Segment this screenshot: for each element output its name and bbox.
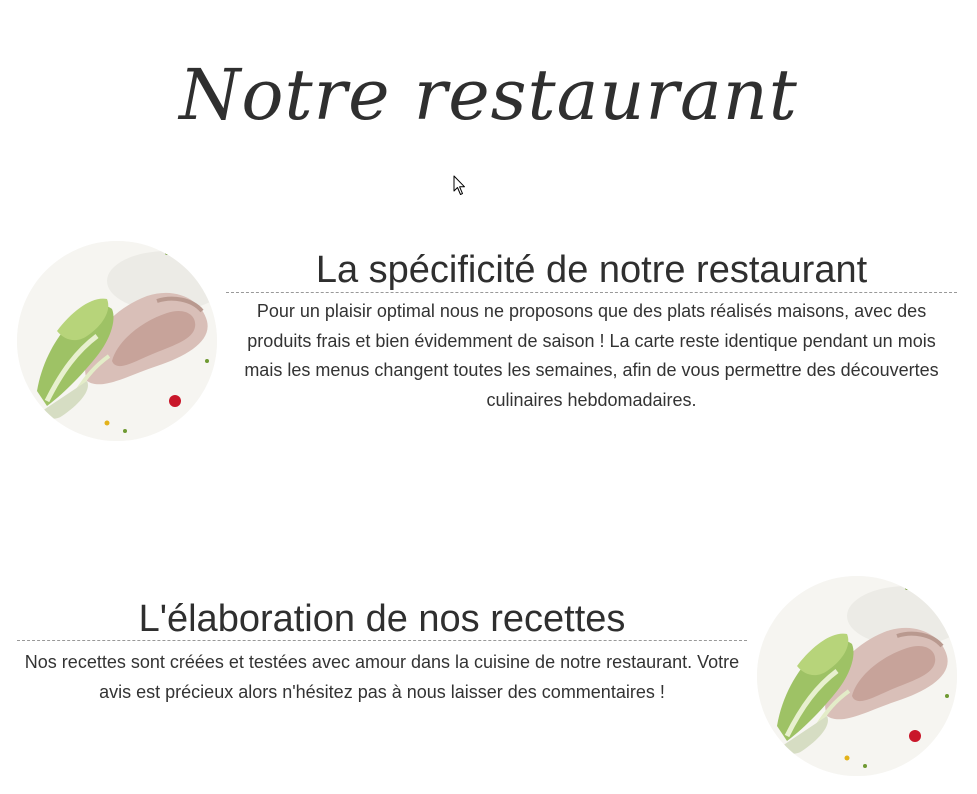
page-title: Notre restaurant [179,54,798,136]
section-heading: La spécificité de notre restaurant [315,249,868,291]
dish-illustration [17,241,217,441]
section-heading: L'élaboration de nos recettes [138,598,626,640]
section-text: Pour un plaisir optimal nous ne proposon… [244,301,939,410]
dish-illustration [757,576,957,776]
section-text: Nos recettes sont créées et testées avec… [24,652,740,702]
dish-photo [757,576,957,776]
dashed-divider [17,640,747,641]
dashed-divider [226,292,957,293]
mouse-pointer-icon [453,175,465,195]
dish-photo [17,241,217,441]
